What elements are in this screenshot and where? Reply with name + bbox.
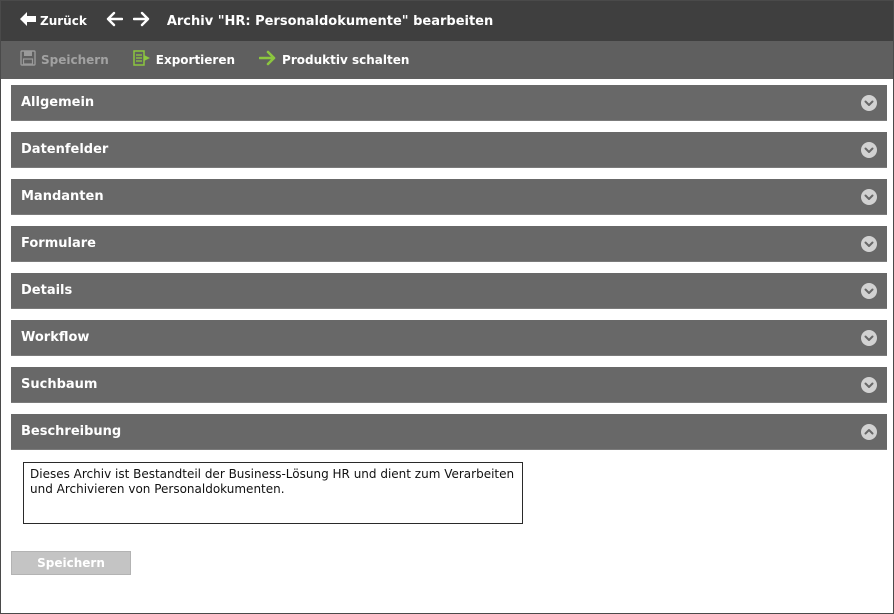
chevron-down-icon — [861, 329, 877, 346]
archive-edit-window: Zurück Archiv "HR: Personaldokumente" be… — [0, 0, 894, 614]
section-beschreibung[interactable]: Beschreibung — [11, 414, 887, 450]
arrow-left-icon — [105, 11, 124, 31]
productive-button-label: Produktiv schalten — [282, 53, 410, 67]
chevron-up-icon — [861, 423, 877, 440]
section-label: Workflow — [21, 330, 90, 345]
toolbar: Speichern Exportieren Produktiv schalten — [1, 41, 893, 79]
save-button-bottom[interactable]: Speichern — [11, 551, 131, 575]
floppy-disk-icon — [20, 50, 36, 70]
arrow-right-icon — [258, 50, 277, 70]
chevron-down-icon — [861, 141, 877, 158]
save-button-label: Speichern — [41, 53, 109, 67]
section-label: Suchbaum — [21, 377, 98, 392]
section-label: Datenfelder — [21, 142, 109, 157]
productive-button[interactable]: Produktiv schalten — [258, 50, 410, 70]
section-label: Allgemein — [21, 95, 95, 110]
section-formulare[interactable]: Formulare — [11, 226, 887, 262]
export-icon — [133, 50, 151, 70]
section-label: Details — [21, 283, 73, 298]
section-allgemein[interactable]: Allgemein — [11, 85, 887, 121]
export-button[interactable]: Exportieren — [133, 50, 235, 70]
nav-back-button[interactable] — [105, 11, 124, 31]
export-button-label: Exportieren — [155, 53, 236, 67]
nav-forward-button[interactable] — [132, 11, 151, 31]
title-bar: Zurück Archiv "HR: Personaldokumente" be… — [1, 1, 893, 41]
save-button[interactable]: Speichern — [20, 50, 109, 70]
chevron-down-icon — [861, 282, 877, 299]
main-content: Allgemein Datenfelder Mandanten Formular… — [1, 79, 893, 613]
chevron-down-icon — [861, 235, 877, 252]
chevron-down-icon — [861, 94, 877, 111]
section-label: Formulare — [21, 236, 96, 251]
section-workflow[interactable]: Workflow — [11, 320, 887, 356]
chevron-down-icon — [861, 376, 877, 393]
section-datenfelder[interactable]: Datenfelder — [11, 132, 887, 168]
back-button-label: Zurück — [40, 14, 87, 28]
section-details[interactable]: Details — [11, 273, 887, 309]
arrow-left-icon — [19, 11, 37, 31]
section-label: Beschreibung — [21, 424, 122, 439]
section-mandanten[interactable]: Mandanten — [11, 179, 887, 215]
back-button[interactable]: Zurück — [19, 11, 87, 31]
description-textbox[interactable]: Dieses Archiv ist Bestandteil der Busine… — [23, 462, 523, 524]
section-suchbaum[interactable]: Suchbaum — [11, 367, 887, 403]
arrow-right-icon — [132, 11, 151, 31]
section-label: Mandanten — [21, 189, 104, 204]
chevron-down-icon — [861, 188, 877, 205]
page-title: Archiv "HR: Personaldokumente" bearbeite… — [166, 13, 494, 29]
